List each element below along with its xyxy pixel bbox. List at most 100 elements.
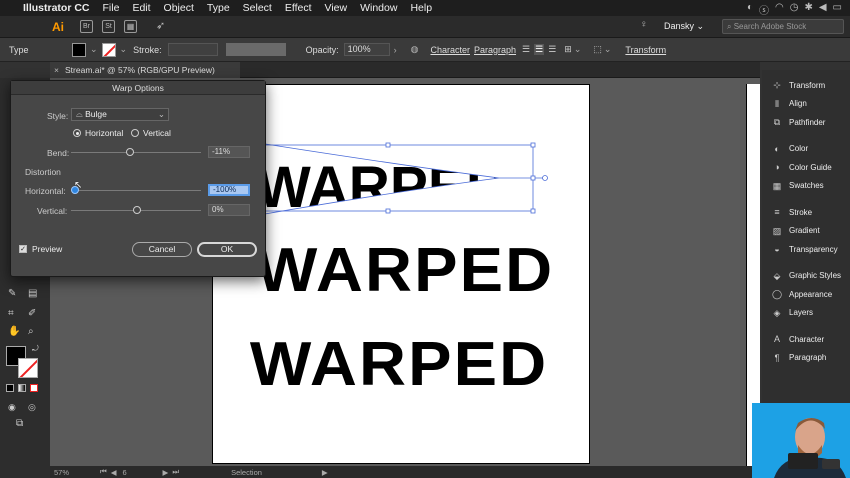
gradient-mode-icon[interactable] <box>18 384 26 392</box>
first-artboard-icon[interactable]: ⏮ <box>100 467 107 477</box>
horizontal-distortion-input[interactable]: -100% <box>208 184 250 196</box>
screen-mode-icon[interactable]: ⧉ <box>16 418 23 429</box>
fill-swatch[interactable] <box>72 42 86 57</box>
artboard-number[interactable]: 6 <box>123 468 157 477</box>
vertical-distortion-label: Vertical: <box>37 206 68 216</box>
stock-search-input[interactable]: ⌕ Search Adobe Stock <box>722 19 844 34</box>
bend-slider-knob[interactable] <box>126 148 134 156</box>
recolor-icon[interactable]: ◍ <box>411 44 419 55</box>
align-right-icon[interactable]: ☰ <box>548 44 556 55</box>
stroke-dropdown-icon[interactable]: ⌄ <box>120 44 128 55</box>
bend-input[interactable]: -11% <box>208 146 250 158</box>
wifi-icon[interactable]: ◠ <box>775 2 784 17</box>
preview-checkbox[interactable]: ✓ Preview <box>19 244 62 254</box>
panel-align[interactable]: ⫴ Align <box>762 95 850 114</box>
zoom-tool-icon[interactable]: ⌕ <box>28 326 34 337</box>
cancel-button[interactable]: Cancel <box>132 242 192 257</box>
workspace-switcher[interactable]: Dansky ⌄ <box>664 21 704 32</box>
stroke-color-box[interactable] <box>18 358 38 378</box>
align-center-icon[interactable]: ☰ <box>534 44 545 55</box>
panel-pathfinder[interactable]: ⧉ Pathfinder <box>762 113 850 132</box>
menu-effect[interactable]: Effect <box>285 2 312 14</box>
lightbulb-icon[interactable]: ♀ <box>640 19 648 30</box>
prev-artboard-icon[interactable]: ◀ <box>111 468 117 477</box>
menu-object[interactable]: Object <box>164 2 194 14</box>
status-menu-icon[interactable]: ▶ <box>322 468 328 477</box>
document-tab[interactable]: × Stream.ai* @ 57% (RGB/GPU Preview) <box>50 62 240 78</box>
panel-character[interactable]: A Character <box>762 330 850 349</box>
fill-dropdown-icon[interactable]: ⌄ <box>90 44 98 55</box>
transform-dropdown-icon[interactable]: ⌄ <box>604 44 612 55</box>
menu-type[interactable]: Type <box>207 2 230 14</box>
menu-select[interactable]: Select <box>243 2 272 14</box>
arrange-documents-icon[interactable]: ▦ <box>124 20 137 33</box>
panel-color-guide[interactable]: ◑ Color Guide <box>762 158 850 177</box>
volume-icon[interactable]: ◀ <box>819 2 827 17</box>
workspace-name: Dansky <box>664 21 695 31</box>
variable-width-box[interactable] <box>225 43 286 56</box>
panel-label: Layers <box>789 308 814 318</box>
zoom-level[interactable]: 57% <box>54 468 94 477</box>
align-left-icon[interactable]: ☰ <box>522 44 530 55</box>
align-objects-icon[interactable]: ⊞ <box>564 44 572 55</box>
eyedropper-tool-icon[interactable]: ✐ <box>28 308 36 319</box>
transform-bounds-icon[interactable]: ⬚ <box>593 44 602 55</box>
color-mode-icon[interactable] <box>6 384 14 392</box>
menu-app-name[interactable]: Illustrator CC <box>23 2 90 14</box>
align-dropdown-icon[interactable]: ⌄ <box>574 44 582 55</box>
paragraph-link[interactable]: Paragraph <box>474 45 516 55</box>
menu-file[interactable]: File <box>103 2 120 14</box>
artboard[interactable]: WARPED WARPED WARPED <box>212 84 590 464</box>
menu-window[interactable]: Window <box>360 2 397 14</box>
vertical-distortion-knob[interactable] <box>133 206 141 214</box>
last-artboard-icon[interactable]: ⏭ <box>172 467 179 477</box>
width-tool-icon[interactable]: ✎ <box>8 288 16 299</box>
opacity-arrow-icon[interactable]: › <box>394 45 397 55</box>
menu-help[interactable]: Help <box>410 2 432 14</box>
panel-swatches[interactable]: ▦ Swatches <box>762 177 850 196</box>
text-warped-2[interactable]: WARPED <box>256 235 554 306</box>
gpu-rocket-icon[interactable]: ➶ <box>156 19 165 32</box>
vertical-distortion-input[interactable]: 0% <box>208 204 250 216</box>
stroke-swatch[interactable] <box>101 42 116 57</box>
none-mode-icon[interactable] <box>30 384 38 392</box>
panel-stroke[interactable]: ≡ Stroke <box>762 203 850 222</box>
panel-paragraph[interactable]: ¶ Paragraph <box>762 349 850 368</box>
bend-slider-track[interactable] <box>71 152 201 153</box>
time-machine-icon[interactable]: ◷ <box>790 2 799 17</box>
panel-color[interactable]: ◐ Color <box>762 140 850 159</box>
menu-edit[interactable]: Edit <box>132 2 150 14</box>
bluetooth-icon[interactable]: ✱ <box>804 2 812 17</box>
skype-icon[interactable]: ⓢ <box>759 2 769 17</box>
panel-layers[interactable]: ◈ Layers <box>762 304 850 323</box>
draw-inside-icon[interactable]: ◎ <box>28 402 36 413</box>
swap-fill-stroke-icon[interactable]: ⤾ <box>32 344 39 354</box>
horizontal-distortion-track[interactable] <box>71 190 201 191</box>
stroke-weight-stepper[interactable] <box>167 43 218 56</box>
style-select[interactable]: ⌓ Bulge ⌄ <box>71 108 169 121</box>
character-link[interactable]: Character <box>430 45 470 55</box>
next-artboard-icon[interactable]: ▶ <box>163 468 169 477</box>
panel-graphic-styles[interactable]: ⬙ Graphic Styles <box>762 267 850 286</box>
draw-mode-icon[interactable]: ◉ <box>8 402 16 413</box>
stock-icon[interactable]: St <box>102 20 115 33</box>
battery-icon[interactable]: ▭ <box>833 2 842 17</box>
vertical-radio[interactable]: Vertical <box>131 128 171 138</box>
panel-gradient[interactable]: ▨ Gradient <box>762 222 850 241</box>
bridge-icon[interactable]: Br <box>80 20 93 33</box>
text-warped-3[interactable]: WARPED <box>250 329 548 400</box>
close-tab-icon[interactable]: × <box>54 62 59 78</box>
opacity-input[interactable]: 100% <box>343 43 390 56</box>
panel-transform[interactable]: ⊹ Transform <box>762 76 850 95</box>
menu-view[interactable]: View <box>325 2 348 14</box>
transform-link[interactable]: Transform <box>625 45 666 55</box>
hand-tool-icon[interactable]: ✋ <box>8 326 20 337</box>
pathfinder-icon: ⧉ <box>773 117 781 128</box>
panel-appearance[interactable]: ◯ Appearance <box>762 285 850 304</box>
artboard-tool-icon[interactable]: ⌗ <box>8 308 14 319</box>
graph-tool-icon[interactable]: ▤ <box>28 288 37 299</box>
panel-transparency[interactable]: ◒ Transparency <box>762 240 850 259</box>
tray-icon[interactable]: ◐ <box>747 2 753 17</box>
horizontal-radio[interactable]: Horizontal <box>73 128 123 138</box>
ok-button[interactable]: OK <box>197 242 257 257</box>
